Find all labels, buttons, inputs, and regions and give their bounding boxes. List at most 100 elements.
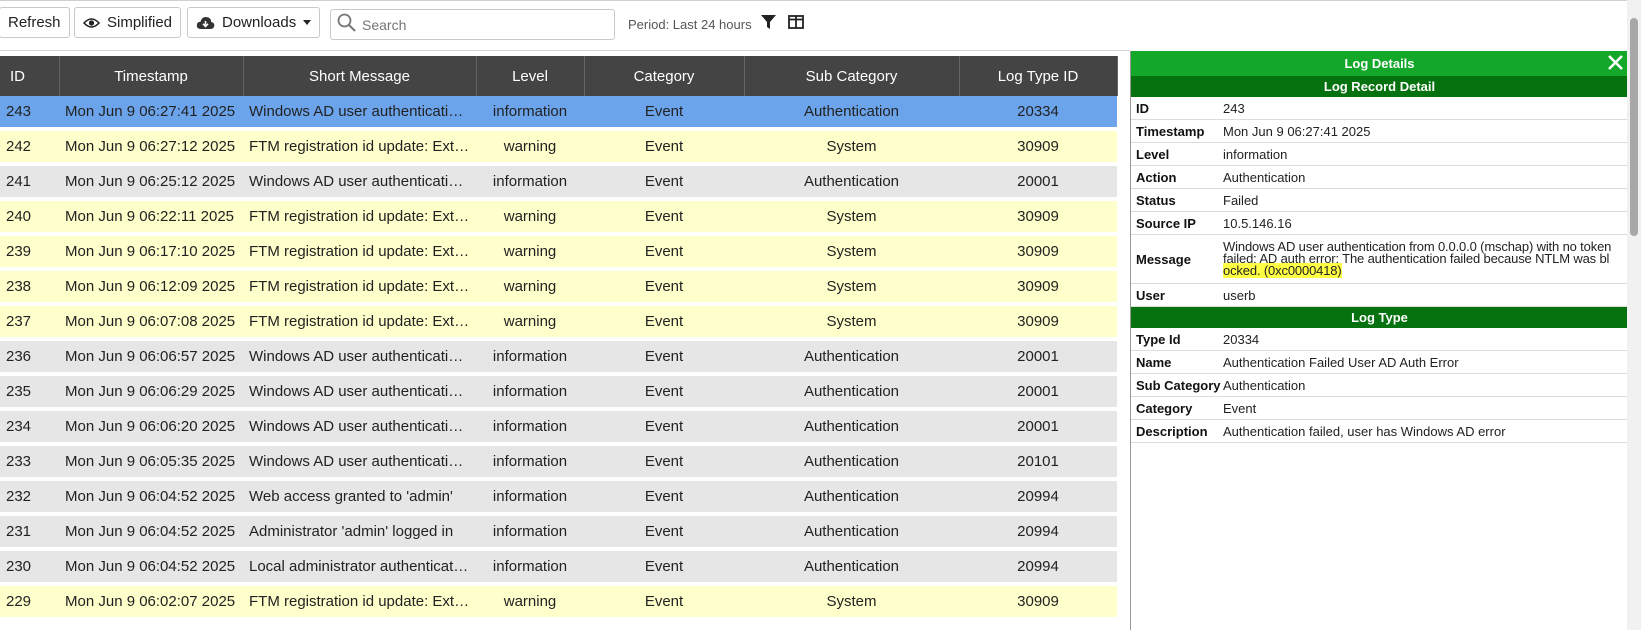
table-row-selected[interactable]: 243 Mon Jun 9 06:27:41 2025 Windows AD use… [0,96,1117,131]
table-row[interactable]: 231 Mon Jun 9 06:04:52 2025 Administrator … [0,514,1117,551]
cell-category: Event [584,444,744,481]
message-text: Windows AD user authentication from 0.0.… [1223,240,1615,278]
table-row[interactable]: 234 Mon Jun 9 06:06:20 2025 Windows AD use… [0,409,1117,446]
cell-timestamp: Mon Jun 9 06:06:57 2025 [59,339,243,376]
cell-logtype: 30909 [959,304,1117,341]
column-header-log-type-id[interactable]: Log Type ID [959,56,1118,96]
cell-level: warning [476,584,584,621]
search-box[interactable] [330,9,615,40]
cell-category: Event [584,374,744,411]
cell-id: 237 [0,304,59,341]
cell-logtype: 30909 [959,269,1117,306]
detail-label: Source IP [1136,215,1196,231]
cell-subcategory: Authentication [744,164,959,201]
cell-logtype: 30909 [959,129,1117,166]
table-row[interactable]: 229 Mon Jun 9 06:02:07 2025 FTM registrati… [0,584,1117,621]
table-row[interactable]: 242 Mon Jun 9 06:27:12 2025 FTM registrati… [0,129,1117,166]
table-row[interactable]: 239 Mon Jun 9 06:17:10 2025 FTM registrati… [0,234,1117,271]
cell-id: 241 [0,164,59,201]
detail-value: Authentication failed, user has Windows … [1223,423,1506,439]
cell-timestamp: Mon Jun 9 06:25:12 2025 [59,164,243,201]
detail-value: Failed [1223,192,1259,208]
log-table: ID Timestamp Short Message Level Categor… [0,56,1118,621]
cell-category: Event [584,234,744,271]
cell-message: Local administrator authentication from … [243,549,476,586]
downloads-button[interactable]: Downloads [187,7,321,38]
cell-level: information [476,514,584,551]
page-scrollbar[interactable] [1627,0,1641,630]
cell-subcategory: System [744,129,959,166]
detail-label: Action [1136,169,1177,185]
cell-subcategory: Authentication [744,479,959,516]
cell-id: 233 [0,444,59,481]
filter-icon[interactable] [761,15,776,34]
table-row[interactable]: 240 Mon Jun 9 06:22:11 2025 FTM registrati… [0,199,1117,236]
cell-level: information [476,549,584,586]
close-icon[interactable] [1607,54,1624,74]
cell-timestamp: Mon Jun 9 06:22:11 2025 [59,199,243,236]
table-row[interactable]: 238 Mon Jun 9 06:12:09 2025 FTM registrati… [0,269,1117,306]
cell-id: 230 [0,549,59,586]
log-details-title: Log Details [1344,56,1415,71]
detail-label: Message [1136,251,1191,267]
cell-subcategory: System [744,304,959,341]
cell-message: FTM registration id update: External [243,584,476,621]
detail-row-level: Level information [1131,143,1628,166]
scrollbar-thumb[interactable] [1630,18,1638,236]
toolbar-divider [0,50,1130,51]
search-input[interactable] [360,15,604,34]
detail-value: Event [1223,400,1257,416]
detail-value: 20334 [1223,331,1260,347]
column-header-short-message[interactable]: Short Message [243,56,477,96]
cell-category: Event [584,479,744,516]
simplified-button[interactable]: Simplified [74,7,182,38]
detail-value: 10.5.146.16 [1223,215,1292,231]
detail-value: userb [1223,287,1256,303]
cell-message: FTM registration id update: External [243,129,476,166]
cell-timestamp: Mon Jun 9 06:02:07 2025 [59,584,243,621]
cell-id: 232 [0,479,59,516]
column-header-sub-category[interactable]: Sub Category [744,56,960,96]
cell-message: Windows AD user authentication from 0.0.… [243,96,476,131]
log-record-detail-heading: Log Record Detail [1131,76,1628,97]
table-row[interactable]: 233 Mon Jun 9 06:05:35 2025 Windows AD use… [0,444,1117,481]
cloud-download-icon [196,16,215,30]
column-header-level[interactable]: Level [476,56,585,96]
cell-subcategory: Authentication [744,96,959,131]
column-layout-icon[interactable] [788,15,804,34]
detail-row-status: Status Failed [1131,189,1628,212]
refresh-button[interactable]: Refresh [0,7,70,38]
cell-logtype: 20101 [959,444,1117,481]
column-header-timestamp[interactable]: Timestamp [59,56,244,96]
cell-id: 242 [0,129,59,166]
log-details-title-bar: Log Details [1131,51,1628,76]
detail-label: Type Id [1136,331,1181,347]
table-row[interactable]: 237 Mon Jun 9 06:07:08 2025 FTM registrati… [0,304,1117,341]
period-text: Period: Last 24 hours [628,17,752,32]
cell-level: warning [476,129,584,166]
cell-logtype: 30909 [959,199,1117,236]
cell-message: Windows AD user authentication from 0.0.… [243,164,476,201]
detail-row-user: User userb [1131,284,1628,307]
cell-message: Windows AD user authentication from 0.0.… [243,339,476,376]
cell-timestamp: Mon Jun 9 06:04:52 2025 [59,514,243,551]
cell-level: information [476,409,584,446]
table-row[interactable]: 241 Mon Jun 9 06:25:12 2025 Windows AD use… [0,164,1117,201]
column-header-category[interactable]: Category [584,56,745,96]
detail-value: information [1223,146,1288,162]
table-row[interactable]: 230 Mon Jun 9 06:04:52 2025 Local administ… [0,549,1117,586]
table-row[interactable]: 232 Mon Jun 9 06:04:52 2025 Web access gra… [0,479,1117,516]
table-row[interactable]: 236 Mon Jun 9 06:06:57 2025 Windows AD use… [0,339,1117,376]
table-row[interactable]: 235 Mon Jun 9 06:06:29 2025 Windows AD use… [0,374,1117,411]
detail-value: Mon Jun 9 06:27:41 2025 [1223,123,1371,139]
cell-id: 235 [0,374,59,411]
cell-message: FTM registration id update: External [243,199,476,236]
cell-category: Event [584,549,744,586]
downloads-label: Downloads [222,14,297,31]
cell-category: Event [584,584,744,621]
column-header-id[interactable]: ID [0,56,60,96]
cell-logtype: 20334 [959,96,1117,131]
detail-label: Level [1136,146,1170,162]
cell-logtype: 30909 [959,584,1117,621]
table-header-row: ID Timestamp Short Message Level Categor… [0,56,1118,96]
